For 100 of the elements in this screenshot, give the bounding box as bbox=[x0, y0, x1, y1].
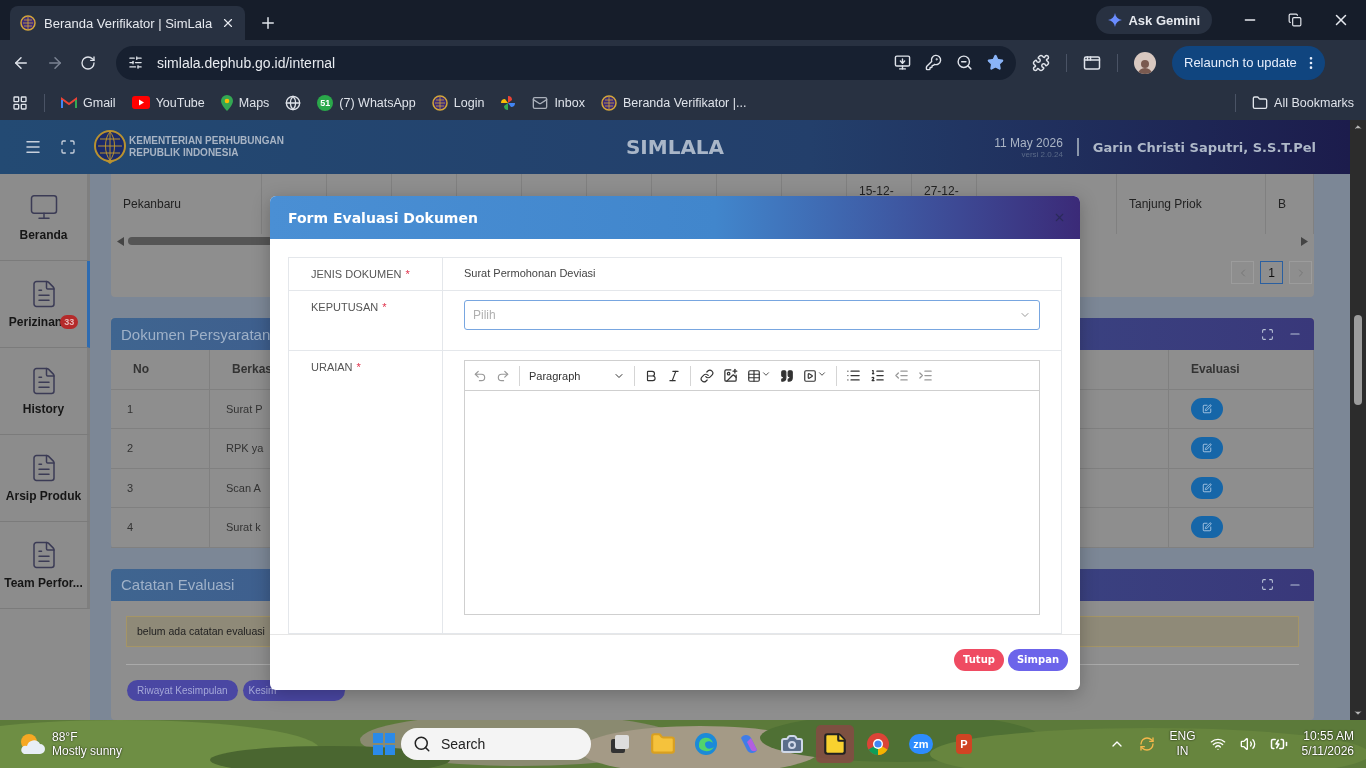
required-mark: * bbox=[382, 301, 387, 314]
zoom-out-icon[interactable] bbox=[956, 54, 973, 71]
all-bookmarks[interactable]: All Bookmarks bbox=[1252, 94, 1354, 111]
field-label: KEPUTUSAN bbox=[311, 301, 379, 314]
table-icon[interactable] bbox=[747, 368, 771, 383]
clock[interactable]: 10:55 AM 5/11/2026 bbox=[1301, 729, 1354, 759]
scroll-down-icon[interactable] bbox=[1353, 708, 1363, 718]
ask-button[interactable]: Ask Gemini bbox=[1096, 6, 1212, 34]
folder-icon bbox=[1252, 94, 1269, 111]
history-button[interactable]: Riwayat Kesimpulan bbox=[127, 679, 238, 701]
tab-title: Beranda Verifikator | SimLala bbox=[44, 15, 213, 31]
edit-icon bbox=[1202, 403, 1212, 414]
field-value: Surat Permohonan Deviasi bbox=[464, 267, 596, 280]
bullet-list-icon[interactable] bbox=[846, 368, 861, 384]
page-button[interactable]: 1 bbox=[1260, 261, 1283, 284]
site-settings-icon[interactable] bbox=[128, 55, 143, 70]
browser-icon bbox=[694, 732, 718, 756]
scroll-left-icon[interactable] bbox=[117, 236, 124, 246]
emblem-icon bbox=[431, 94, 448, 111]
bookmark[interactable]: Login bbox=[431, 94, 485, 111]
emblem-icon bbox=[94, 130, 126, 164]
apps-icon[interactable] bbox=[12, 94, 28, 111]
close-icon[interactable] bbox=[221, 16, 235, 30]
column-header: No bbox=[111, 350, 210, 389]
language-indicator[interactable]: ENG IN bbox=[1169, 729, 1196, 759]
card-title: Dokumen Persyaratan bbox=[121, 325, 272, 343]
bookmark[interactable]: YouTube bbox=[131, 95, 205, 110]
media-icon[interactable] bbox=[803, 368, 827, 383]
org-name: REPUBLIK INDONESIA bbox=[129, 147, 240, 159]
weather-text: Mostly sunny bbox=[52, 744, 123, 758]
table-cell: 4 bbox=[111, 508, 210, 547]
required-mark: * bbox=[405, 268, 410, 281]
table-cell: Tanjung Priok bbox=[1117, 174, 1266, 234]
link-icon[interactable] bbox=[700, 368, 714, 383]
temperature-text: 88°F bbox=[52, 730, 79, 744]
sparkle-icon bbox=[1108, 13, 1123, 27]
task-view-icon bbox=[609, 733, 631, 755]
tab-search-icon[interactable] bbox=[1083, 53, 1101, 72]
new-tab-icon[interactable] bbox=[259, 14, 277, 32]
folder-icon bbox=[650, 731, 676, 757]
key-icon[interactable] bbox=[925, 54, 942, 71]
scroll-right-icon[interactable] bbox=[1301, 236, 1308, 246]
card-title: Catatan Evaluasi bbox=[121, 576, 236, 593]
column-header: Evaluasi bbox=[1169, 350, 1314, 389]
extensions-icon[interactable] bbox=[1032, 53, 1050, 72]
play-icon bbox=[131, 96, 150, 109]
numbered-list-icon[interactable] bbox=[870, 368, 885, 384]
sticky-note-icon bbox=[822, 731, 848, 757]
search-icon bbox=[413, 735, 431, 753]
fullscreen-icon[interactable] bbox=[60, 139, 76, 155]
bookmark[interactable]: Maps bbox=[220, 94, 270, 111]
browser-tab[interactable]: Beranda Verifikator | SimLala bbox=[10, 6, 245, 40]
menu-icon[interactable] bbox=[24, 138, 42, 156]
app-title: SIMLALA bbox=[625, 135, 725, 159]
bookmark[interactable]: Inbox bbox=[532, 94, 585, 111]
wifi-icon[interactable] bbox=[1209, 736, 1226, 752]
italic-icon[interactable] bbox=[667, 368, 681, 383]
scrollbar-thumb[interactable] bbox=[1354, 315, 1362, 405]
install-icon[interactable] bbox=[894, 54, 911, 71]
bookmark[interactable]: 51 (7) WhatsApp bbox=[317, 94, 416, 111]
org-name: KEMENTERIAN PERHUBUNGAN bbox=[129, 135, 284, 147]
required-mark: * bbox=[356, 361, 361, 374]
edit-icon bbox=[1202, 482, 1212, 493]
image-icon[interactable] bbox=[723, 368, 738, 384]
star-icon[interactable] bbox=[987, 54, 1004, 71]
table-cell: 2 bbox=[111, 429, 210, 468]
bookmark[interactable]: Beranda Verifikator |... bbox=[600, 94, 747, 111]
save-button[interactable]: Simpan bbox=[1007, 648, 1068, 671]
emblem-icon bbox=[20, 15, 36, 31]
search-field[interactable]: Search bbox=[401, 728, 591, 760]
scroll-up-icon[interactable] bbox=[1353, 122, 1363, 132]
browser-icon bbox=[866, 732, 890, 756]
bookmark[interactable]: Gmail bbox=[61, 95, 116, 110]
close-button[interactable]: Tutup bbox=[954, 648, 1004, 671]
user-name: Garin Christi Saputri, S.S.T.Pel bbox=[1092, 139, 1316, 155]
address-bar[interactable]: simlala.dephub.go.id/internal bbox=[116, 45, 1016, 80]
camera-icon bbox=[780, 732, 804, 756]
expand-icon[interactable] bbox=[1261, 578, 1274, 591]
map-pin-icon bbox=[220, 94, 233, 111]
restore-icon[interactable] bbox=[1288, 13, 1302, 27]
redo-icon[interactable] bbox=[496, 368, 510, 383]
table-cell: 3 bbox=[111, 468, 210, 507]
indent-icon[interactable] bbox=[918, 368, 933, 384]
outdent-icon[interactable] bbox=[894, 368, 909, 384]
bold-icon[interactable] bbox=[644, 368, 658, 383]
expand-icon[interactable] bbox=[1261, 327, 1274, 341]
edit-icon bbox=[1202, 443, 1212, 454]
envelope-icon bbox=[61, 96, 77, 109]
count-badge: 51 bbox=[317, 94, 334, 111]
globe-icon bbox=[285, 94, 302, 111]
volume-icon[interactable] bbox=[1239, 736, 1256, 752]
format-dropdown[interactable]: Paragraph bbox=[529, 369, 625, 382]
edit-icon bbox=[1202, 522, 1212, 533]
relaunch-button[interactable]: Relaunch to update bbox=[1172, 45, 1325, 80]
monitor-icon bbox=[28, 192, 59, 222]
profile-avatar[interactable] bbox=[1134, 51, 1156, 74]
table-cell: 1 bbox=[111, 389, 210, 428]
reload-icon[interactable] bbox=[80, 54, 96, 71]
undo-icon[interactable] bbox=[473, 368, 487, 383]
quote-icon[interactable] bbox=[780, 368, 794, 383]
